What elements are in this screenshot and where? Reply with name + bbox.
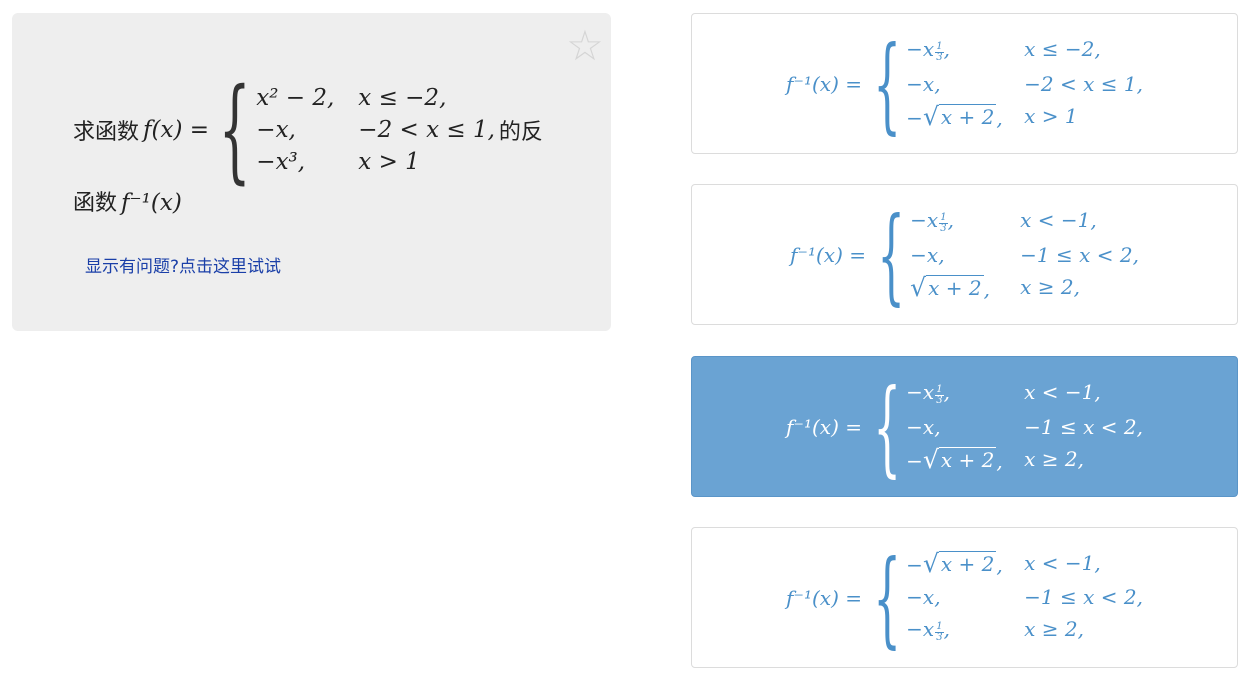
case-expr: x² − 2, xyxy=(256,85,335,111)
case-cond: −1 ≤ x < 2, xyxy=(1024,414,1143,439)
question-stem-line2: 函数 f⁻¹(x) xyxy=(73,185,182,217)
radicand: x + 2 xyxy=(926,274,984,300)
case-expr: −x, xyxy=(906,585,941,610)
case-cond: x ≥ 2, xyxy=(1024,446,1085,471)
star-icon[interactable]: ☆ xyxy=(564,25,606,67)
function-lhs: f(x) = xyxy=(143,117,210,143)
case-cond: −1 ≤ x < 2, xyxy=(1020,242,1139,267)
answer-option[interactable]: f⁻¹(x) = {− √ x + 2, x < −1, −x, −1 ≤ x < 2, −x… xyxy=(691,527,1238,668)
piecewise-cases: −x 1 3, x < −1, −x, −1 ≤ x < 2, − √ x + 2, x ≥ 2, xyxy=(906,380,1143,472)
case-cond: x ≥ 2, xyxy=(1024,617,1085,642)
square-root: √ x + 2 xyxy=(922,444,997,474)
answer-option[interactable]: f⁻¹(x) = {−x 1 3, x < −1, −x, −1 ≤ x < 2, − √ x +… xyxy=(691,356,1238,497)
problem-report-link[interactable]: 显示有问题?点击这里试试 xyxy=(85,252,281,277)
case-expr: − √ x + 2, xyxy=(906,101,1003,131)
case-cond: x ≤ −2, xyxy=(358,85,447,111)
question-line2-prefix: 函数 xyxy=(73,191,118,216)
case-expr: − √ x + 2, xyxy=(906,444,1003,474)
radicand: x + 2 xyxy=(938,446,997,472)
case-expr: −x, xyxy=(256,117,296,143)
case-expr: −x, xyxy=(906,414,941,439)
case-cond: x < −1, xyxy=(1020,208,1097,233)
radical-sign: √ xyxy=(922,444,939,474)
answer-option[interactable]: f⁻¹(x) = {−x 1 3, x < −1, −x, −1 ≤ x < 2, √ x + … xyxy=(691,184,1238,325)
case-cond: −1 ≤ x < 2, xyxy=(1024,585,1143,610)
case-expr: −x, xyxy=(910,242,945,267)
piecewise-cases: −x 1 3, x ≤ −2, −x, −2 < x ≤ 1, − √ x + 2, x > 1 xyxy=(906,37,1143,129)
square-root: √ x + 2 xyxy=(922,549,997,579)
cube-root-exponent: 13 xyxy=(935,384,944,407)
case-cond: x > 1 xyxy=(1024,103,1078,128)
radical-sign: √ xyxy=(922,101,939,131)
option-lhs: f⁻¹(x) = xyxy=(786,585,862,610)
left-brace: { xyxy=(873,365,901,488)
case-cond: −2 < x ≤ 1, xyxy=(1024,71,1143,96)
case-expr: −x 1 3, xyxy=(906,380,950,407)
case-cond: x < −1, xyxy=(1024,380,1101,405)
option-lhs: f⁻¹(x) = xyxy=(786,414,862,439)
option-lhs: f⁻¹(x) = xyxy=(786,71,862,96)
case-expr: −x 1 3, xyxy=(906,37,950,64)
case-expr: −x 1 3, xyxy=(906,617,950,644)
case-cond: −2 < x ≤ 1, xyxy=(358,117,495,143)
left-brace: { xyxy=(218,65,251,195)
case-expr: −x³, xyxy=(256,149,306,175)
case-expr: −x, xyxy=(906,71,941,96)
case-expr: √ x + 2, xyxy=(910,272,990,302)
answer-option[interactable]: f⁻¹(x) = {−x 1 3, x ≤ −2, −x, −2 < x ≤ 1, − √ x +… xyxy=(691,13,1238,154)
case-cond: x < −1, xyxy=(1024,551,1101,576)
left-brace: { xyxy=(873,22,901,145)
option-formula: f⁻¹(x) ={−x 1 3, x < −1, −x, −1 ≤ x < 2, − √ x +… xyxy=(786,375,1143,479)
exponent-denominator: 3 xyxy=(940,223,947,235)
left-brace: { xyxy=(877,193,905,316)
radical-sign: √ xyxy=(910,272,927,302)
cube-root-exponent: 13 xyxy=(939,212,948,235)
left-brace: { xyxy=(873,536,901,659)
exponent-denominator: 3 xyxy=(936,395,943,407)
piecewise-cases: −x 1 3, x < −1, −x, −1 ≤ x < 2, √ x + 2, x ≥ 2, xyxy=(910,208,1139,300)
cube-root-exponent: 13 xyxy=(935,621,944,644)
case-cond: x > 1 xyxy=(358,149,420,175)
piecewise-cases: − √ x + 2, x < −1, −x, −1 ≤ x < 2, −x 1 3, x ≥ 2, xyxy=(906,551,1143,643)
radicand: x + 2 xyxy=(938,103,997,129)
question-prefix: 求函数 xyxy=(73,120,140,145)
inverse-function: f⁻¹(x) xyxy=(121,190,182,216)
case-cond: x ≥ 2, xyxy=(1020,274,1081,299)
square-root: √ x + 2 xyxy=(910,272,984,302)
cube-root-exponent: 13 xyxy=(935,41,944,64)
square-root: √ x + 2 xyxy=(922,101,997,131)
piecewise-cases: x² − 2, x ≤ −2, −x, −2 < x ≤ 1, −x³, x >… xyxy=(256,85,495,175)
exponent-denominator: 3 xyxy=(936,632,943,644)
question-stem: 求函数 f(x) = { x² − 2, x ≤ −2, −x, −2 < x … xyxy=(73,65,543,195)
question-card: ☆ 求函数 f(x) = { x² − 2, x ≤ −2, −x, −2 < … xyxy=(12,13,611,331)
case-expr: − √ x + 2, xyxy=(906,549,1003,579)
option-formula: f⁻¹(x) ={− √ x + 2,x < −1, −x, −1 ≤ x < 2, −x… xyxy=(786,546,1143,650)
question-suffix: 的反 xyxy=(498,120,543,145)
exponent-denominator: 3 xyxy=(936,52,943,64)
option-lhs: f⁻¹(x) = xyxy=(790,242,866,267)
option-formula: f⁻¹(x) ={−x 1 3, x < −1, −x, −1 ≤ x < 2, √ x + … xyxy=(790,203,1139,307)
radical-sign: √ xyxy=(922,549,939,579)
case-cond: x ≤ −2, xyxy=(1024,37,1101,62)
radicand: x + 2 xyxy=(938,551,997,577)
case-expr: −x 1 3, xyxy=(910,208,954,235)
option-formula: f⁻¹(x) ={−x 1 3, x ≤ −2, −x, −2 < x ≤ 1, − √ x +… xyxy=(786,32,1143,136)
